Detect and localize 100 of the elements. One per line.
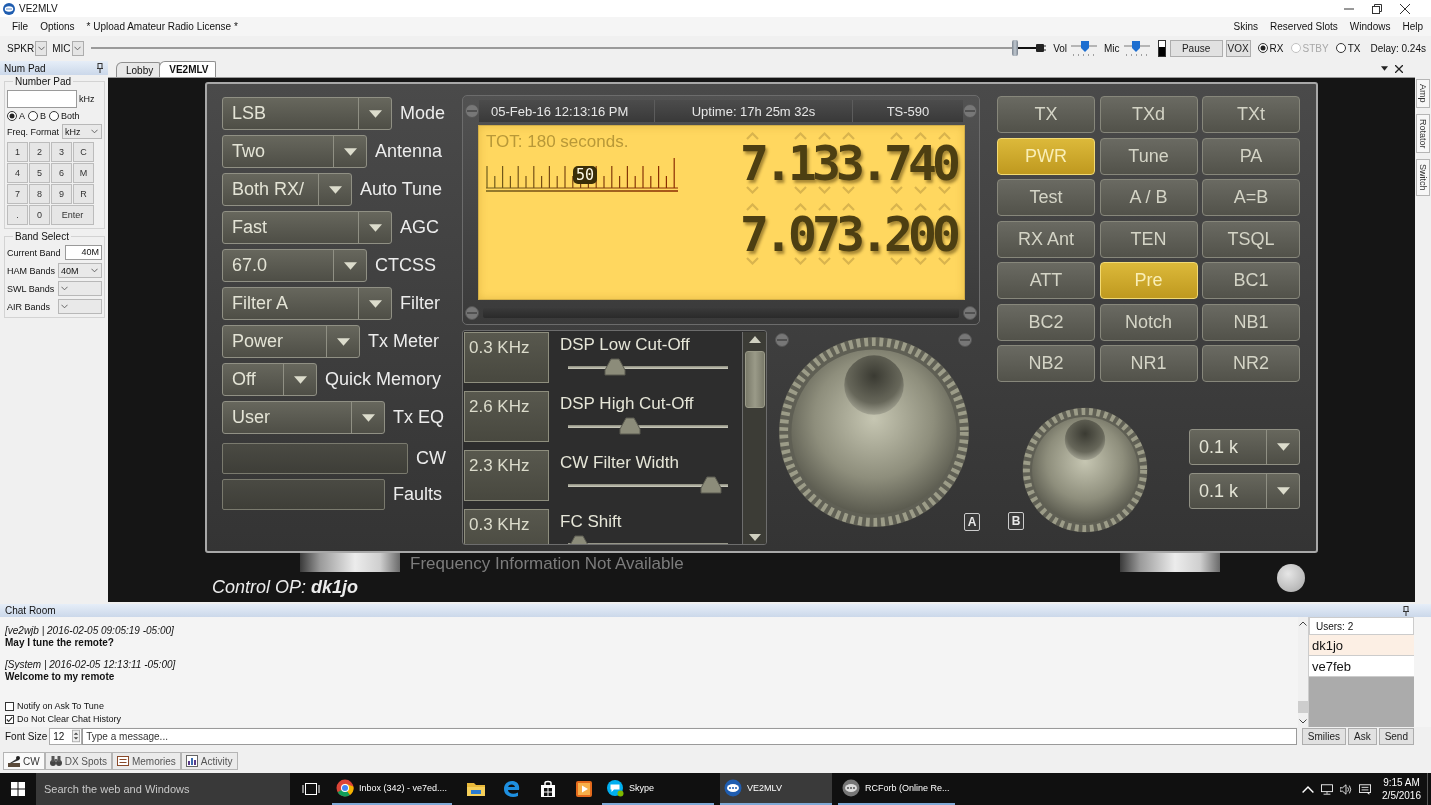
function-button[interactable]: TXt xyxy=(1202,96,1300,133)
taskbar-app[interactable]: Inbox (342) - ve7ed.... xyxy=(332,773,453,805)
function-button[interactable]: TXd xyxy=(1099,96,1198,133)
dropdown[interactable]: Power xyxy=(222,325,360,358)
band-select[interactable]: 40M xyxy=(58,263,102,278)
keypad-key[interactable]: 6 xyxy=(51,163,72,183)
pin-icon[interactable] xyxy=(1403,605,1409,616)
chevron-down-icon[interactable] xyxy=(889,186,903,194)
dropdown-button[interactable] xyxy=(35,40,48,56)
dropdown[interactable]: User xyxy=(222,401,385,434)
band-select[interactable] xyxy=(58,281,102,296)
function-button[interactable]: PA xyxy=(1202,137,1300,175)
network-icon[interactable] xyxy=(1321,783,1334,795)
scroll-down-icon[interactable] xyxy=(1299,719,1307,724)
keypad-key[interactable]: 9 xyxy=(51,184,72,204)
user-item[interactable]: dk1jo xyxy=(1309,635,1414,656)
function-button[interactable]: RX Ant xyxy=(997,220,1095,258)
chevron-down-icon[interactable] xyxy=(745,186,759,194)
vfo-radio[interactable]: A xyxy=(7,111,25,121)
slider-thumb[interactable] xyxy=(1131,40,1140,52)
tuning-knob[interactable] xyxy=(777,336,970,528)
mode-radio[interactable]: TX xyxy=(1335,42,1361,54)
scroll-down-icon[interactable] xyxy=(748,534,761,541)
pin-icon[interactable] xyxy=(97,63,103,73)
slider-thumb[interactable] xyxy=(619,417,642,435)
task-view-icon[interactable] xyxy=(302,782,320,796)
menu-item[interactable]: Skins xyxy=(1227,21,1265,32)
function-button[interactable]: BC1 xyxy=(1202,262,1300,299)
menu-item[interactable]: File xyxy=(6,21,35,32)
menu-item[interactable]: Help xyxy=(1396,21,1429,32)
side-tab[interactable]: Rotator xyxy=(1416,113,1430,154)
keypad-key[interactable]: M xyxy=(73,163,94,183)
side-tab[interactable]: Amp xyxy=(1416,79,1430,108)
slider-thumb[interactable] xyxy=(700,476,723,494)
panel-tab[interactable]: Memories xyxy=(111,752,181,770)
keypad-key[interactable]: C xyxy=(73,142,94,162)
close-icon[interactable] xyxy=(1395,64,1403,73)
chevron-down-icon[interactable] xyxy=(937,186,951,194)
round-button[interactable] xyxy=(1277,564,1305,592)
vfo-button[interactable]: A xyxy=(964,513,980,531)
function-button[interactable]: ATT xyxy=(997,262,1095,299)
taskbar-app[interactable]: RCForb (Online Re... xyxy=(838,773,955,805)
restore-icon[interactable] xyxy=(1372,3,1382,14)
browser-icon[interactable] xyxy=(503,780,522,798)
mode-radio[interactable]: RX xyxy=(1257,42,1284,54)
chevron-down-icon[interactable] xyxy=(793,257,807,265)
slider-thumb[interactable] xyxy=(1080,40,1089,52)
dropdown[interactable]: LSB xyxy=(222,97,392,130)
function-button[interactable]: NR1 xyxy=(1099,345,1198,382)
chevron-down-icon[interactable] xyxy=(745,257,759,265)
chevron-down-icon[interactable] xyxy=(793,186,807,194)
scroll-thumb[interactable] xyxy=(744,351,765,408)
control-knob[interactable] xyxy=(1022,407,1148,533)
function-button[interactable]: BC2 xyxy=(997,303,1095,341)
chevron-down-icon[interactable] xyxy=(817,257,831,265)
scrollbar[interactable] xyxy=(742,332,766,544)
chevron-down-icon[interactable] xyxy=(937,257,951,265)
vfo-button[interactable]: B xyxy=(1008,512,1024,530)
dropdown[interactable]: Two xyxy=(222,135,367,168)
frequency-input[interactable] xyxy=(7,90,77,108)
keypad-key[interactable]: 0 xyxy=(29,205,50,225)
dropdown-button[interactable] xyxy=(71,40,84,56)
panel-tab[interactable]: CW xyxy=(3,752,45,770)
taskbar-app[interactable]: VE2MLV xyxy=(720,773,833,805)
shopping-bag-icon[interactable] xyxy=(539,780,558,798)
option-checkbox[interactable]: Notify on Ask To Tune xyxy=(5,701,104,711)
search-field[interactable]: Search the web and Windows xyxy=(36,773,290,805)
close-icon[interactable] xyxy=(1400,3,1410,14)
chevron-down-icon[interactable] xyxy=(889,257,903,265)
chat-button[interactable]: Ask xyxy=(1347,727,1377,745)
function-button[interactable]: Tune xyxy=(1099,137,1198,175)
keypad-key[interactable]: . xyxy=(7,205,28,225)
chevron-down-icon[interactable] xyxy=(913,257,927,265)
function-button[interactable]: TEN xyxy=(1099,220,1198,258)
toolbar-button[interactable]: Pause xyxy=(1169,39,1223,57)
document-tab[interactable]: VE2MLV xyxy=(159,61,216,77)
panel-tab[interactable]: DX Spots xyxy=(44,752,112,770)
taskbar-app[interactable]: Skype xyxy=(602,773,715,805)
menu-item[interactable]: Options xyxy=(34,21,81,32)
keypad-key[interactable]: 2 xyxy=(29,142,50,162)
function-button[interactable]: A / B xyxy=(1099,179,1198,216)
document-tab[interactable]: Lobby xyxy=(116,62,161,77)
toolbar-button[interactable]: VOX xyxy=(1225,39,1251,57)
band-input[interactable]: 40M xyxy=(65,245,102,260)
slider-thumb[interactable] xyxy=(603,358,626,376)
menu-item[interactable]: * Upload Amateur Radio License * xyxy=(80,21,244,32)
dropdown[interactable]: 0.1 k xyxy=(1189,429,1300,465)
keypad-key[interactable]: 1 xyxy=(7,142,28,162)
function-button[interactable]: Test xyxy=(997,179,1095,216)
play-icon[interactable] xyxy=(575,780,594,798)
scrollbar[interactable] xyxy=(1298,617,1308,727)
keypad-key[interactable]: 3 xyxy=(51,142,72,162)
function-button[interactable]: NB1 xyxy=(1202,303,1300,341)
function-button[interactable]: TX xyxy=(997,96,1095,133)
show-desktop-button[interactable] xyxy=(1427,773,1431,805)
dropdown[interactable]: Off xyxy=(222,363,317,396)
chevron-down-icon[interactable] xyxy=(841,186,855,194)
keypad-key[interactable]: 8 xyxy=(29,184,50,204)
format-select[interactable]: kHz xyxy=(62,124,102,139)
dropdown[interactable]: Filter A xyxy=(222,287,392,320)
